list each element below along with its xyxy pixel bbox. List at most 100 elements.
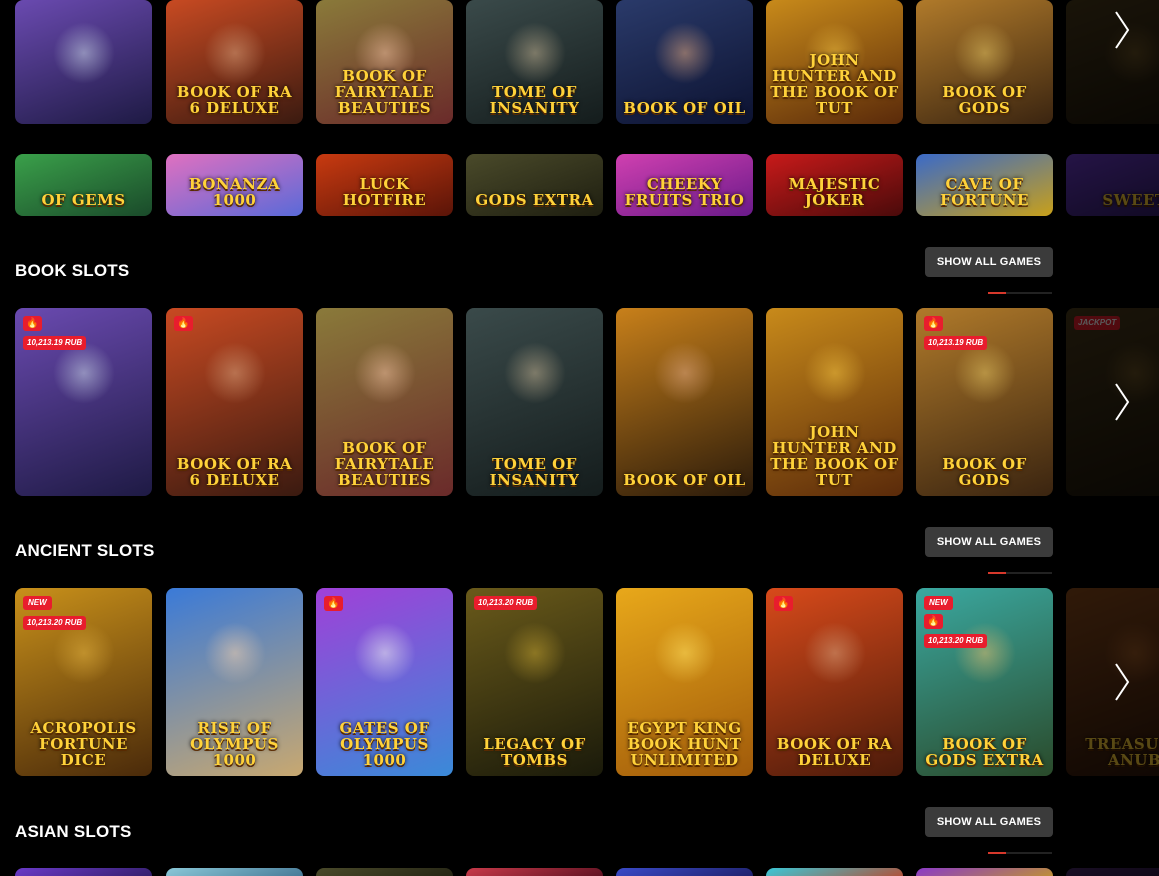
game-tile[interactable]: Of Gems <box>15 154 152 216</box>
game-tile[interactable] <box>466 868 603 876</box>
game-title: Cheeky Fruits Trio <box>624 175 745 209</box>
game-tile[interactable] <box>316 868 453 876</box>
game-character-art <box>803 621 866 684</box>
game-tile[interactable] <box>15 868 152 876</box>
flame-icon: 🔥 <box>174 316 193 331</box>
game-title: Egypt King Book Hunt unlimited <box>627 719 742 769</box>
game-tile[interactable]: Book of Oil <box>616 308 753 496</box>
game-tile[interactable]: Tome of Insanity <box>466 308 603 496</box>
game-tile[interactable]: Book of Gods <box>916 0 1053 124</box>
game-tile[interactable]: Gods Extra <box>466 154 603 216</box>
game-title: Cave of Fortune <box>940 175 1029 209</box>
carousel-pager-book <box>988 292 1052 294</box>
game-title: Gods Extra <box>475 191 594 209</box>
game-title: Book of Oil <box>623 471 746 489</box>
game-character-art <box>203 621 266 684</box>
game-tile[interactable]: John Hunter and the Book of Tut <box>766 0 903 124</box>
section-title-asian-slots: ASIAN SLOTS <box>15 822 132 841</box>
show-all-games-button-book[interactable]: SHOW ALL GAMES <box>925 247 1053 277</box>
game-tile[interactable]: 🔥 10,213.19 RUB <box>15 308 152 496</box>
flame-icon: 🔥 <box>924 316 943 331</box>
game-tile[interactable]: Egypt King Book Hunt unlimited <box>616 588 753 776</box>
game-title: John Hunter and the Book of Tut <box>770 51 899 117</box>
game-tile[interactable]: Book of Fairytale Beauties <box>316 308 453 496</box>
chevron-right-icon <box>1115 11 1130 49</box>
game-title: Gates of Olympus 1000 <box>339 719 430 769</box>
game-title: Book of Gods <box>942 455 1027 489</box>
game-tile[interactable]: Gates of Olympus 1000 🔥 <box>316 588 453 776</box>
show-all-games-button-ancient[interactable]: SHOW ALL GAMES <box>925 527 1053 557</box>
jackpot-amount-badge: 10,213.20 RUB <box>474 596 538 610</box>
section-title-ancient-slots: ANCIENT SLOTS <box>15 541 155 560</box>
game-character-art <box>203 22 266 85</box>
game-tile[interactable]: Book of Gods Extra NEW 🔥 10,213.20 RUB <box>916 588 1053 776</box>
game-tile[interactable]: Acropolis Fortune Dice NEW 10,213.20 RUB <box>15 588 152 776</box>
game-tile[interactable]: Luck Hotfire <box>316 154 453 216</box>
game-tile[interactable] <box>916 868 1053 876</box>
game-tile[interactable]: Cheeky Fruits Trio <box>616 154 753 216</box>
game-thumbnail <box>616 868 753 876</box>
game-thumbnail <box>166 868 303 876</box>
game-tile[interactable]: Rise of Olympus 1000 <box>166 588 303 776</box>
game-thumbnail <box>1066 868 1159 876</box>
game-tile[interactable] <box>15 0 152 124</box>
game-character-art <box>653 621 716 684</box>
game-tile[interactable]: Book of Gods 🔥 10,213.19 RUB <box>916 308 1053 496</box>
game-character-art <box>52 341 115 404</box>
game-tile[interactable] <box>166 868 303 876</box>
pager-active-indicator <box>988 292 1006 294</box>
game-title: Book of Ra 6 deluxe <box>176 455 293 489</box>
game-character-art <box>653 341 716 404</box>
game-character-art <box>503 621 566 684</box>
game-thumbnail <box>316 868 453 876</box>
game-tile[interactable]: Book of Ra 6 deluxe 🔥 <box>166 308 303 496</box>
game-row-top-1: Book of Ra 6 deluxe Book of Fairytale Bea… <box>0 0 1159 124</box>
game-character-art <box>52 621 115 684</box>
game-tile[interactable]: Book of Oil <box>616 0 753 124</box>
game-title: Book of Ra 6 deluxe <box>176 83 293 117</box>
next-arrow-ancient[interactable] <box>1107 660 1137 704</box>
game-tile[interactable]: Cave of Fortune <box>916 154 1053 216</box>
jackpot-amount-badge: 10,213.20 RUB <box>23 616 87 630</box>
game-character-art <box>353 341 416 404</box>
game-thumbnail <box>15 868 152 876</box>
game-tile[interactable]: Book of Ra 6 deluxe <box>166 0 303 124</box>
game-tile[interactable]: Bonanza 1000 <box>166 154 303 216</box>
game-tile[interactable] <box>1066 868 1159 876</box>
game-tile[interactable]: Book of Ra deluxe 🔥 <box>766 588 903 776</box>
new-badge: NEW <box>23 596 52 610</box>
next-arrow-top[interactable] <box>1107 8 1137 52</box>
game-tile[interactable] <box>616 868 753 876</box>
section-title-book-slots: BOOK SLOTS <box>15 261 130 280</box>
game-tile[interactable]: Sweet <box>1066 154 1159 216</box>
game-title: Of Gems <box>41 191 126 209</box>
game-tile[interactable]: Tome of Insanity <box>466 0 603 124</box>
game-title: Majestic Joker <box>788 175 881 209</box>
game-title: Book of Gods Extra <box>925 735 1044 769</box>
game-tile[interactable]: Book of Fairytale Beauties <box>316 0 453 124</box>
game-tile[interactable]: Legacy of Tombs 10,213.20 RUB <box>466 588 603 776</box>
game-character-art <box>203 341 266 404</box>
game-title: Luck Hotfire <box>342 175 427 209</box>
carousel-pager-ancient <box>988 572 1052 574</box>
game-tile[interactable]: John Hunter and the Book of Tut <box>766 308 903 496</box>
game-tile[interactable]: Majestic Joker <box>766 154 903 216</box>
game-title: Sweet <box>1102 191 1159 209</box>
game-title: Book of Ra deluxe <box>776 735 893 769</box>
next-arrow-book[interactable] <box>1107 380 1137 424</box>
game-title: Legacy of Tombs <box>483 735 586 769</box>
game-title: Rise of Olympus 1000 <box>190 719 279 769</box>
game-title: Book of Gods <box>942 83 1027 117</box>
game-character-art <box>52 22 115 85</box>
game-title: John Hunter and the Book of Tut <box>770 423 899 489</box>
game-title: Book of Fairytale Beauties <box>334 67 435 117</box>
pager-active-indicator <box>988 572 1006 574</box>
game-row-book-slots: 🔥 10,213.19 RUB Book of Ra 6 deluxe 🔥 Book o… <box>0 308 1159 496</box>
game-title: Acropolis Fortune Dice <box>30 719 137 769</box>
carousel-pager-asian <box>988 852 1052 854</box>
game-title: Tome of Insanity <box>489 455 580 489</box>
pager-active-indicator <box>988 852 1006 854</box>
game-title: Tome of Insanity <box>489 83 580 117</box>
show-all-games-button-asian[interactable]: SHOW ALL GAMES <box>925 807 1053 837</box>
game-tile[interactable] <box>766 868 903 876</box>
